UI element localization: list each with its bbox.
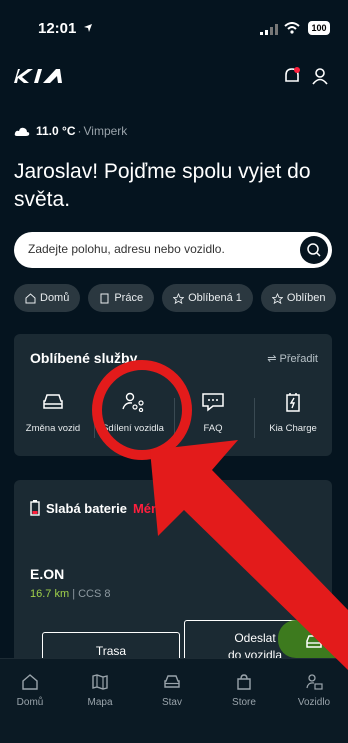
tab-map[interactable]: Mapa xyxy=(70,673,130,708)
station-distance: 16.7 km | CCS 8 xyxy=(30,588,111,600)
connector-info: | CCS 8 xyxy=(72,588,111,600)
kia-logo xyxy=(14,69,62,83)
search-placeholder: Zadejte polohu, adresu nebo vozidlo. xyxy=(28,242,225,256)
chip-label: Domů xyxy=(40,292,70,304)
chip-home[interactable]: Domů xyxy=(14,284,81,312)
service-label: Kia Charge xyxy=(269,423,317,434)
tab-label: Vozidlo xyxy=(297,697,331,708)
star-icon xyxy=(271,292,283,304)
chip-label: Oblíbená 1 xyxy=(188,292,242,304)
signal-icon xyxy=(260,24,278,35)
low-battery-title: Slabá baterie Méně xyxy=(30,500,166,516)
status-bar: 12:01 100 xyxy=(0,0,348,58)
chip-favorite-2[interactable]: Oblíben xyxy=(260,284,337,312)
service-vehicle-change[interactable]: Změna vozid xyxy=(14,392,92,434)
car-icon xyxy=(164,675,180,688)
notification-bell-icon[interactable] xyxy=(282,66,302,86)
home-icon xyxy=(22,674,38,690)
service-kia-charge[interactable]: Kia Charge xyxy=(254,392,332,434)
low-battery-label: Slabá baterie xyxy=(46,500,127,516)
highlight-arrow xyxy=(150,440,348,670)
map-icon xyxy=(92,674,108,690)
tab-label: Store xyxy=(232,697,256,708)
search-icon xyxy=(307,243,321,257)
tab-store[interactable]: Store xyxy=(214,673,274,708)
reorder-button[interactable]: ⇌ Přeřadit xyxy=(267,352,318,365)
service-label: Změna vozid xyxy=(25,423,81,434)
location-arrow-icon xyxy=(83,24,92,32)
station-name: E.ON xyxy=(30,566,65,582)
chip-work[interactable]: Práce xyxy=(88,284,155,312)
status-time: 12:01 xyxy=(38,20,93,37)
time-text: 12:01 xyxy=(38,20,77,37)
weather-info: 11.0 °C · Vimperk xyxy=(14,124,127,138)
building-icon xyxy=(100,293,109,303)
greeting-title: Jaroslav! Pojďme spolu vyjet do světa. xyxy=(14,160,311,211)
car-icon xyxy=(43,394,63,409)
user-icon[interactable] xyxy=(310,66,330,86)
person-car-icon xyxy=(306,674,323,690)
tab-label: Mapa xyxy=(87,697,113,708)
tab-label: Stav xyxy=(161,697,182,708)
weather-separator: · xyxy=(77,124,82,138)
chat-icon xyxy=(202,393,224,412)
charger-icon xyxy=(286,393,300,412)
home-icon xyxy=(25,292,36,303)
weather-location: Vimperk xyxy=(83,124,128,138)
tab-label: Domů xyxy=(16,697,44,708)
search-bar[interactable]: Zadejte polohu, adresu nebo vozidlo. xyxy=(14,232,332,268)
tab-status[interactable]: Stav xyxy=(142,673,202,708)
tab-home[interactable]: Domů xyxy=(0,673,60,708)
weather-temp: 11.0 °C xyxy=(36,124,76,138)
battery-low-icon xyxy=(30,500,40,516)
chip-label: Práce xyxy=(114,292,144,304)
battery-icon: 100 xyxy=(308,21,330,35)
quick-destinations: Domů Práce Oblíbená 1 Oblíben xyxy=(14,284,337,312)
star-icon xyxy=(173,292,185,304)
bottom-tab-bar: Domů Mapa Stav Store Vozidlo xyxy=(0,658,348,743)
store-bag-icon xyxy=(237,674,251,690)
chip-favorite-1[interactable]: Oblíbená 1 xyxy=(162,284,253,312)
tab-vehicle[interactable]: Vozidlo xyxy=(284,673,344,708)
wifi-icon xyxy=(284,22,300,34)
cloud-icon xyxy=(14,127,30,136)
search-button[interactable] xyxy=(300,236,328,264)
chip-label: Oblíben xyxy=(286,292,326,304)
distance-value: 16.7 km xyxy=(30,588,70,600)
